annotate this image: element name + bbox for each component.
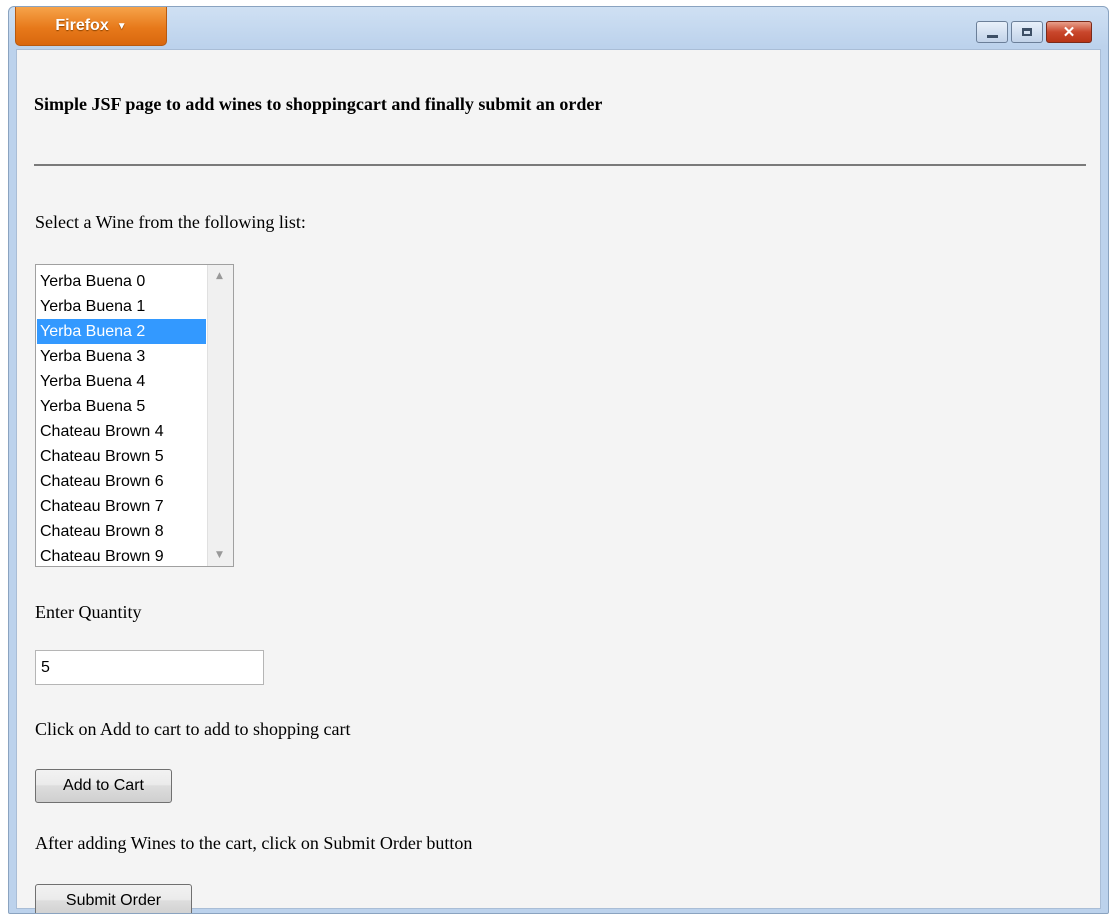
wine-option[interactable]: Chateau Brown 7: [37, 494, 206, 519]
wine-option[interactable]: Yerba Buena 2: [37, 319, 206, 344]
wine-option[interactable]: Chateau Brown 9: [37, 544, 206, 569]
wine-option[interactable]: Chateau Brown 4: [37, 419, 206, 444]
firefox-menu-label: Firefox: [55, 17, 109, 34]
page-content: Simple JSF page to add wines to shopping…: [16, 49, 1101, 913]
browser-window: Firefox ▼ ✕ Simple JSF page to add wines…: [8, 6, 1109, 914]
add-to-cart-button[interactable]: Add to Cart: [35, 769, 172, 803]
wine-option[interactable]: Chateau Brown 6: [37, 469, 206, 494]
close-icon: ✕: [1062, 23, 1076, 41]
scroll-down-icon[interactable]: ▼: [216, 550, 223, 560]
wine-listbox[interactable]: Yerba Buena 0 Yerba Buena 1 Yerba Buena 2Y…: [35, 264, 234, 567]
firefox-menu-button[interactable]: Firefox ▼: [15, 7, 167, 46]
submit-order-button[interactable]: Submit Order: [35, 884, 192, 913]
quantity-label: Enter Quantity: [35, 602, 142, 622]
divider: [34, 164, 1086, 166]
page-title: Simple JSF page to add wines to shopping…: [34, 94, 603, 114]
wine-options: Yerba Buena 0 Yerba Buena 1 Yerba Buena 2Y…: [37, 269, 206, 569]
quantity-input[interactable]: 5: [35, 650, 264, 685]
maximize-button[interactable]: [1011, 21, 1043, 43]
scroll-up-icon[interactable]: ▲: [216, 271, 223, 281]
minimize-icon: [986, 34, 998, 38]
wine-option[interactable]: Yerba Buena 0: [37, 269, 206, 294]
wine-option[interactable]: Yerba Buena 3: [37, 344, 206, 369]
listbox-scrollbar[interactable]: ▲ ▼: [207, 265, 233, 566]
add-instruction: Click on Add to cart to add to shopping …: [35, 719, 351, 739]
select-wine-label: Select a Wine from the following list:: [35, 212, 306, 232]
minimize-button[interactable]: [976, 21, 1008, 43]
wine-option[interactable]: Yerba Buena 5: [37, 394, 206, 419]
wine-option[interactable]: Yerba Buena 1: [37, 294, 206, 319]
wine-option[interactable]: Yerba Buena 4: [37, 369, 206, 394]
submit-instruction: After adding Wines to the cart, click on…: [35, 833, 473, 853]
wine-option[interactable]: Chateau Brown 5: [37, 444, 206, 469]
close-button[interactable]: ✕: [1046, 21, 1092, 43]
wine-option[interactable]: Chateau Brown 8: [37, 519, 206, 544]
maximize-icon: [1022, 28, 1032, 36]
chevron-down-icon: ▼: [116, 20, 127, 32]
window-controls: ✕: [976, 21, 1092, 43]
